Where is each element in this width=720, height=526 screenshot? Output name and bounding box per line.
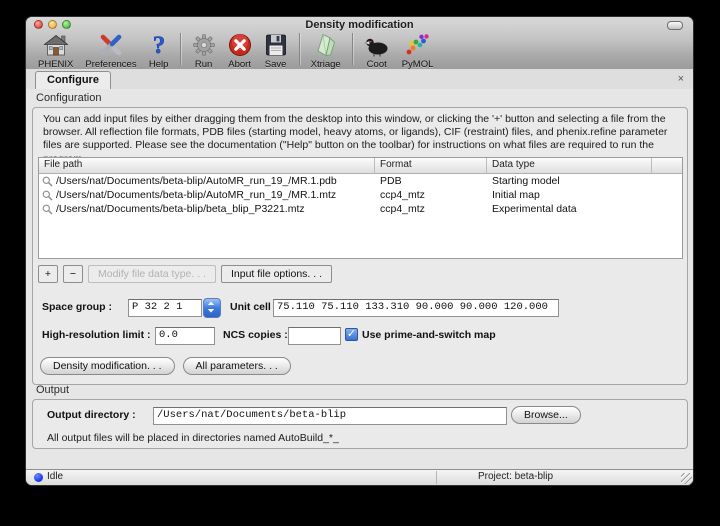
output-groupbox: Output directory : /Users/nat/Documents/… [32,399,688,449]
density-modification-button[interactable]: Density modification. . . [40,357,175,375]
toolbar-button-pymol[interactable]: PyMOL [396,32,440,70]
toolbar-button-save[interactable]: Save [258,32,294,70]
file-buttons-row: + − Modify file data type. . . Input fil… [38,265,332,283]
resize-grip[interactable] [681,473,692,484]
table-row[interactable]: /Users/nat/Documents/beta-blip/beta_blip… [39,202,682,216]
configuration-groupbox: You can add input files by either draggi… [32,107,688,385]
tab-bar: Configure × [26,69,693,90]
window-title: Density modification [26,19,693,31]
parameter-buttons-row: Density modification. . . All parameters… [40,357,291,375]
output-directory-row: Output directory : /Users/nat/Documents/… [33,406,687,426]
space-group-row: Space group : P 32 2 1 Unit cell : 75.11… [33,298,687,318]
column-header-file-path[interactable]: File path [39,158,375,173]
tab-configure[interactable]: Configure [35,71,111,89]
output-directory-input[interactable]: /Users/nat/Documents/beta-blip [153,407,507,425]
floppy-save-icon [264,32,288,58]
titlebar[interactable]: Density modification [26,17,693,32]
all-parameters-button[interactable]: All parameters. . . [183,357,291,375]
toolbar-button-run[interactable]: Run [186,32,222,70]
configuration-section-title: Configuration [36,92,101,104]
magnifier-icon [42,204,53,215]
toolbar-button-xtriage[interactable]: Xtriage [305,32,347,70]
toolbar-separator [180,33,181,65]
file-path-cell: /Users/nat/Documents/beta-blip/AutoMR_ru… [56,175,337,187]
project-status-text: Project: beta-blip [478,471,553,482]
toolbar-button-abort[interactable]: Abort [222,32,258,70]
output-note-text: All output files will be placed in direc… [47,432,339,444]
up-down-arrows-icon [204,299,218,315]
format-cell: ccp4_mtz [375,203,487,215]
column-header-format[interactable]: Format [375,158,487,173]
file-path-cell: /Users/nat/Documents/beta-blip/AutoMR_ru… [56,189,336,201]
toolbar-separator [352,33,353,65]
space-group-label: Space group : [42,301,112,313]
space-group-input[interactable]: P 32 2 1 [128,299,202,317]
data-type-cell: Experimental data [487,203,652,215]
toolbar-button-help[interactable]: ? Help [143,32,175,70]
format-cell: PDB [375,175,487,187]
prime-switch-checkbox-label: Use prime-and-switch map [362,329,496,341]
pymol-ribbon-icon [405,32,431,58]
table-row[interactable]: /Users/nat/Documents/beta-blip/AutoMR_ru… [39,174,682,188]
column-header-data-type[interactable]: Data type [487,158,652,173]
prime-switch-checkbox[interactable]: ✓ [345,328,358,341]
tab-close-icon[interactable]: × [678,71,684,88]
high-resolution-limit-input[interactable]: 0.0 [155,327,215,345]
tools-icon [98,32,124,58]
window-chrome: Density modification PHENIX Preferences … [26,17,693,70]
toolbar-button-preferences[interactable]: Preferences [79,32,142,70]
output-section-title: Output [36,384,69,396]
high-resolution-limit-label: High-resolution limit : [42,329,151,341]
ncs-copies-label: NCS copies : [223,329,288,341]
resolution-row: High-resolution limit : 0.0 NCS copies :… [33,326,687,346]
output-directory-label: Output directory : [47,409,136,421]
table-row[interactable]: /Users/nat/Documents/beta-blip/AutoMR_ru… [39,188,682,202]
toolbar-toggle-button[interactable] [667,21,683,30]
main-panel: Configuration You can add input files by… [26,89,693,470]
format-cell: ccp4_mtz [375,189,487,201]
file-path-cell: /Users/nat/Documents/beta-blip/beta_blip… [56,203,305,215]
question-mark-icon: ? [149,32,169,58]
tab-label: Configure [47,74,99,86]
unit-cell-label: Unit cell : [230,301,277,313]
remove-file-button[interactable]: − [63,265,83,283]
abort-x-icon [228,32,252,58]
phenix-house-icon [43,32,69,58]
column-header-spacer [652,158,682,173]
app-window: Density modification PHENIX Preferences … [25,16,694,486]
space-group-stepper[interactable] [203,298,221,318]
magnifier-icon [42,176,53,187]
status-indicator-icon [34,473,43,482]
ncs-copies-input[interactable] [288,327,341,345]
toolbar-button-phenix[interactable]: PHENIX [32,32,79,70]
browse-button[interactable]: Browse... [511,406,581,424]
data-type-cell: Starting model [487,175,652,187]
add-file-button[interactable]: + [38,265,58,283]
input-file-options-button[interactable]: Input file options. . . [221,265,332,283]
status-bar: Idle Project: beta-blip [26,469,693,485]
coot-bird-icon [364,32,390,58]
toolbar-separator [299,33,300,65]
input-files-table[interactable]: File path Format Data type /Users/nat/Do… [38,157,683,259]
gear-icon [192,32,216,58]
unit-cell-input[interactable]: 75.110 75.110 133.310 90.000 90.000 120.… [273,299,559,317]
toolbar: PHENIX Preferences ? Help Run [32,32,687,69]
status-separator [436,471,437,484]
crystal-icon [314,32,338,58]
data-type-cell: Initial map [487,189,652,201]
toolbar-button-coot[interactable]: Coot [358,32,396,70]
status-text: Idle [47,471,63,482]
magnifier-icon [42,190,53,201]
svg-text:?: ? [152,33,165,57]
table-header-row: File path Format Data type [39,158,682,174]
modify-file-data-type-button[interactable]: Modify file data type. . . [88,265,216,283]
